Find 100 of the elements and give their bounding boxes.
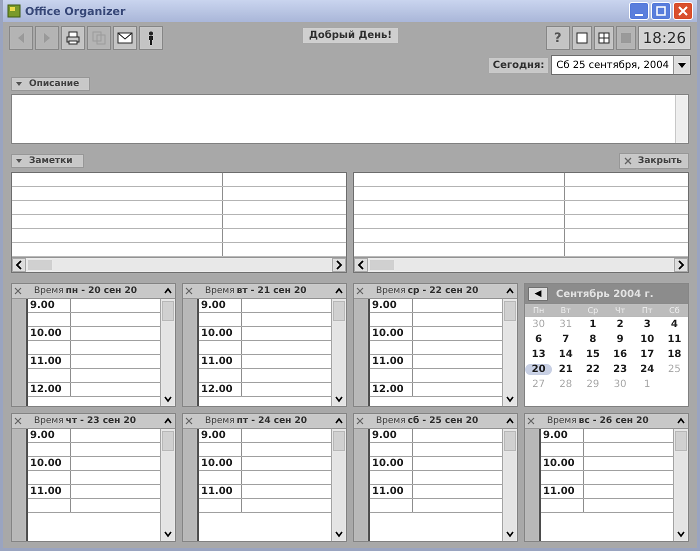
calendar-day[interactable]: 1 (579, 319, 606, 330)
scroll-thumb[interactable] (28, 260, 52, 270)
calendar-day[interactable]: 16 (606, 349, 634, 360)
scroll-thumb[interactable] (333, 431, 345, 451)
scroll-down-icon[interactable] (163, 529, 173, 539)
day-date: вс - 26 сен 20 (578, 416, 649, 426)
calendar-day[interactable]: 15 (579, 349, 606, 360)
caret-icon (15, 157, 23, 165)
calendar-day[interactable]: 21 (552, 364, 580, 375)
minimize-button[interactable] (629, 2, 649, 20)
vertical-scrollbar[interactable] (160, 299, 175, 406)
printer-button[interactable] (61, 26, 85, 50)
scroll-thumb[interactable] (162, 431, 174, 451)
close-notes-button[interactable]: Закрыть (618, 153, 689, 169)
scroll-right-icon[interactable] (674, 258, 688, 272)
calendar-day[interactable]: 18 (660, 349, 688, 360)
close-icon[interactable] (14, 417, 22, 425)
scroll-down-icon[interactable] (334, 529, 344, 539)
description-toggle[interactable]: Описание (11, 77, 90, 91)
scroll-up-icon[interactable] (334, 286, 344, 296)
calendar-day[interactable]: 14 (552, 349, 580, 360)
close-icon[interactable] (356, 417, 364, 425)
vertical-scrollbar[interactable] (502, 429, 517, 541)
scroll-up-icon[interactable] (505, 286, 515, 296)
person-button[interactable] (139, 26, 163, 50)
calendar-day[interactable]: 3 (634, 319, 661, 330)
single-pane-view-button[interactable] (572, 26, 592, 50)
calendar-day[interactable]: 7 (552, 334, 580, 345)
close-icon[interactable] (14, 287, 22, 295)
calendar-day[interactable]: 6 (525, 334, 552, 345)
dropdown-caret-icon[interactable] (673, 56, 690, 74)
close-icon[interactable] (185, 417, 193, 425)
calendar-day[interactable]: 2 (606, 319, 634, 330)
calendar-day[interactable]: 4 (660, 319, 688, 330)
maximize-button[interactable] (651, 2, 671, 20)
scroll-up-icon[interactable] (505, 416, 515, 426)
scroll-thumb[interactable] (162, 301, 174, 321)
printer-icon (65, 30, 81, 46)
close-icon[interactable] (356, 287, 364, 295)
close-button[interactable] (673, 2, 693, 20)
today-label: Сегодня: (488, 58, 548, 72)
horizontal-scrollbar[interactable] (12, 257, 346, 272)
scroll-thumb[interactable] (370, 260, 394, 270)
time-label: 12.00 (28, 383, 71, 396)
calendar-day[interactable]: 10 (634, 334, 661, 345)
calendar-day[interactable]: 9 (606, 334, 634, 345)
scroll-down-icon[interactable] (676, 529, 686, 539)
grid-view-button[interactable] (594, 26, 614, 50)
calendar-day[interactable]: 24 (634, 364, 661, 375)
scroll-thumb[interactable] (333, 301, 345, 321)
scroll-up-icon[interactable] (334, 416, 344, 426)
column-header: Время (376, 416, 406, 426)
scroll-right-icon[interactable] (332, 258, 346, 272)
vertical-scrollbar[interactable] (673, 429, 688, 541)
calendar-day[interactable]: 11 (660, 334, 688, 345)
calendar-day[interactable]: 22 (579, 364, 606, 375)
calendar-day[interactable]: 23 (606, 364, 634, 375)
previous-month-button[interactable]: ◀ (528, 287, 548, 301)
scroll-down-icon[interactable] (163, 394, 173, 404)
list-icon (620, 32, 632, 44)
scroll-thumb[interactable] (675, 431, 687, 451)
vertical-scrollbar[interactable] (331, 429, 346, 541)
calendar-day[interactable]: 13 (525, 349, 552, 360)
day-date: ср - 22 сен 20 (408, 286, 478, 296)
time-label: 10.00 (370, 457, 413, 470)
notes-toggle[interactable]: Заметки (11, 154, 84, 168)
vertical-scrollbar[interactable] (502, 299, 517, 406)
scroll-up-icon[interactable] (676, 416, 686, 426)
scroll-thumb[interactable] (504, 301, 516, 321)
calendar-day[interactable]: 17 (634, 349, 661, 360)
time-label: 10.00 (199, 327, 242, 340)
scrollbar[interactable] (675, 95, 688, 143)
scroll-left-icon[interactable] (354, 258, 368, 272)
help-button[interactable]: ? (546, 26, 570, 50)
time-label: 10.00 (28, 457, 71, 470)
description-field[interactable] (11, 94, 689, 144)
scroll-down-icon[interactable] (334, 394, 344, 404)
vertical-scrollbar[interactable] (160, 429, 175, 541)
time-label: 10.00 (370, 327, 413, 340)
grid-icon (598, 32, 610, 44)
scroll-thumb[interactable] (504, 431, 516, 451)
scroll-up-icon[interactable] (163, 416, 173, 426)
vertical-scrollbar[interactable] (331, 299, 346, 406)
time-label: 11.00 (370, 355, 413, 368)
calendar-day[interactable]: 8 (579, 334, 606, 345)
scroll-up-icon[interactable] (163, 286, 173, 296)
scroll-down-icon[interactable] (505, 394, 515, 404)
close-icon[interactable] (185, 287, 193, 295)
horizontal-scrollbar[interactable] (354, 257, 688, 272)
date-dropdown[interactable]: Сб 25 сентября, 2004 (551, 55, 691, 75)
calendar-day[interactable]: 20 (525, 364, 552, 375)
app-icon (7, 4, 21, 18)
scroll-left-icon[interactable] (12, 258, 26, 272)
envelope-button[interactable] (113, 26, 137, 50)
time-label: 9.00 (541, 429, 584, 442)
day-date: чт - 23 сен 20 (66, 416, 136, 426)
time-label: 11.00 (199, 485, 242, 498)
scroll-down-icon[interactable] (505, 529, 515, 539)
maximize-icon (656, 6, 666, 16)
close-icon[interactable] (527, 417, 535, 425)
